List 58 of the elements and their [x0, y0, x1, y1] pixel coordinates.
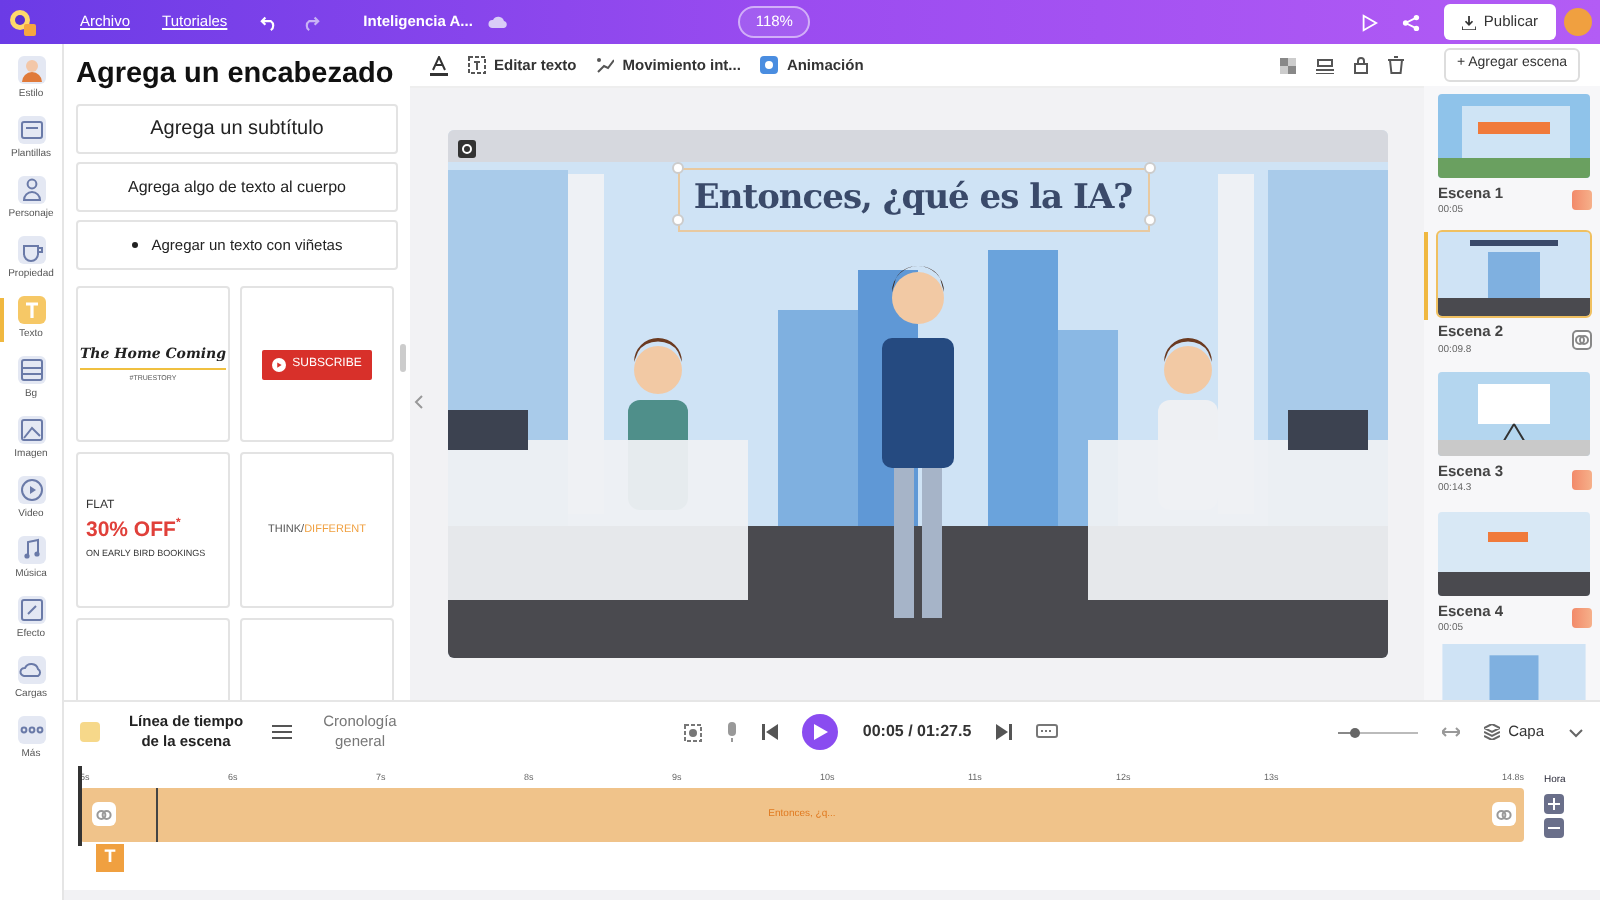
layer-icon[interactable]: [1316, 57, 1334, 73]
play-icon: [17, 476, 45, 505]
checkerboard-icon[interactable]: [1280, 57, 1296, 73]
text-color-icon[interactable]: [430, 55, 448, 75]
sliders-icon: [272, 724, 292, 740]
cloud-icon: [488, 14, 509, 30]
transition-icon[interactable]: [1572, 329, 1592, 350]
link-rings-icon: [96, 809, 112, 819]
minus-icon: [1548, 825, 1561, 829]
play-preview-icon[interactable]: [1359, 13, 1378, 31]
scene-title-text[interactable]: Entonces, ¿qué es la IA?: [677, 168, 1149, 231]
plus-icon: [1548, 797, 1561, 809]
logo-icon: [8, 8, 36, 36]
color-swatch-icon[interactable]: [1572, 190, 1592, 211]
color-swatch-icon[interactable]: [1572, 469, 1592, 490]
text-style-option[interactable]: Agrega un subtítulo: [76, 104, 398, 155]
play-button[interactable]: [802, 714, 839, 750]
download-icon: [1461, 15, 1476, 29]
fit-width-icon[interactable]: [1442, 726, 1461, 738]
link-rings-icon: [1496, 809, 1512, 819]
text-style-option[interactable]: Agrega algo de texto al cuerpo: [76, 162, 398, 213]
template-title: 30% OFF: [86, 516, 176, 547]
color-swatch-icon[interactable]: [1572, 608, 1592, 629]
share-icon[interactable]: [1401, 13, 1420, 31]
playhead-marker[interactable]: [78, 766, 82, 846]
undo-icon[interactable]: [259, 13, 278, 31]
zoom-in-button[interactable]: [1544, 793, 1565, 813]
timeline-icon: [80, 722, 100, 742]
edit-text-icon: [468, 56, 486, 74]
person-icon: [17, 176, 45, 205]
image-icon: [17, 416, 45, 445]
skip-back-icon[interactable]: [762, 724, 779, 740]
scrollbar[interactable]: [400, 344, 406, 372]
avatar-icon: [17, 56, 45, 85]
template-icon: [17, 116, 45, 145]
motion-path-icon: [596, 56, 615, 74]
effect-icon: [17, 596, 45, 625]
collapse-icon[interactable]: [414, 394, 424, 410]
subtitles-icon[interactable]: [1035, 724, 1058, 740]
zoom-slider-thumb[interactable]: [1349, 727, 1360, 737]
trash-icon[interactable]: [1388, 56, 1404, 74]
play-icon: [272, 357, 287, 372]
play-icon: [813, 724, 828, 740]
chevron-down-icon[interactable]: [1568, 727, 1585, 737]
bullet-icon: [131, 242, 138, 249]
layers-icon: [17, 356, 45, 385]
animation-icon: [760, 56, 779, 74]
playback-time: 00:05 / 01:27.5: [862, 720, 972, 744]
zoom-out-button[interactable]: [1544, 817, 1565, 837]
microphone-icon[interactable]: [726, 722, 739, 742]
skip-forward-icon[interactable]: [995, 724, 1012, 740]
clip-edge[interactable]: [156, 788, 158, 842]
layers-icon: [1484, 724, 1501, 740]
visibility-toggle[interactable]: [1492, 802, 1516, 826]
lock-icon[interactable]: [1354, 56, 1368, 74]
heading-option[interactable]: Agrega un encabezado: [76, 56, 394, 93]
visibility-toggle[interactable]: [92, 802, 116, 826]
redo-icon[interactable]: [301, 13, 320, 31]
